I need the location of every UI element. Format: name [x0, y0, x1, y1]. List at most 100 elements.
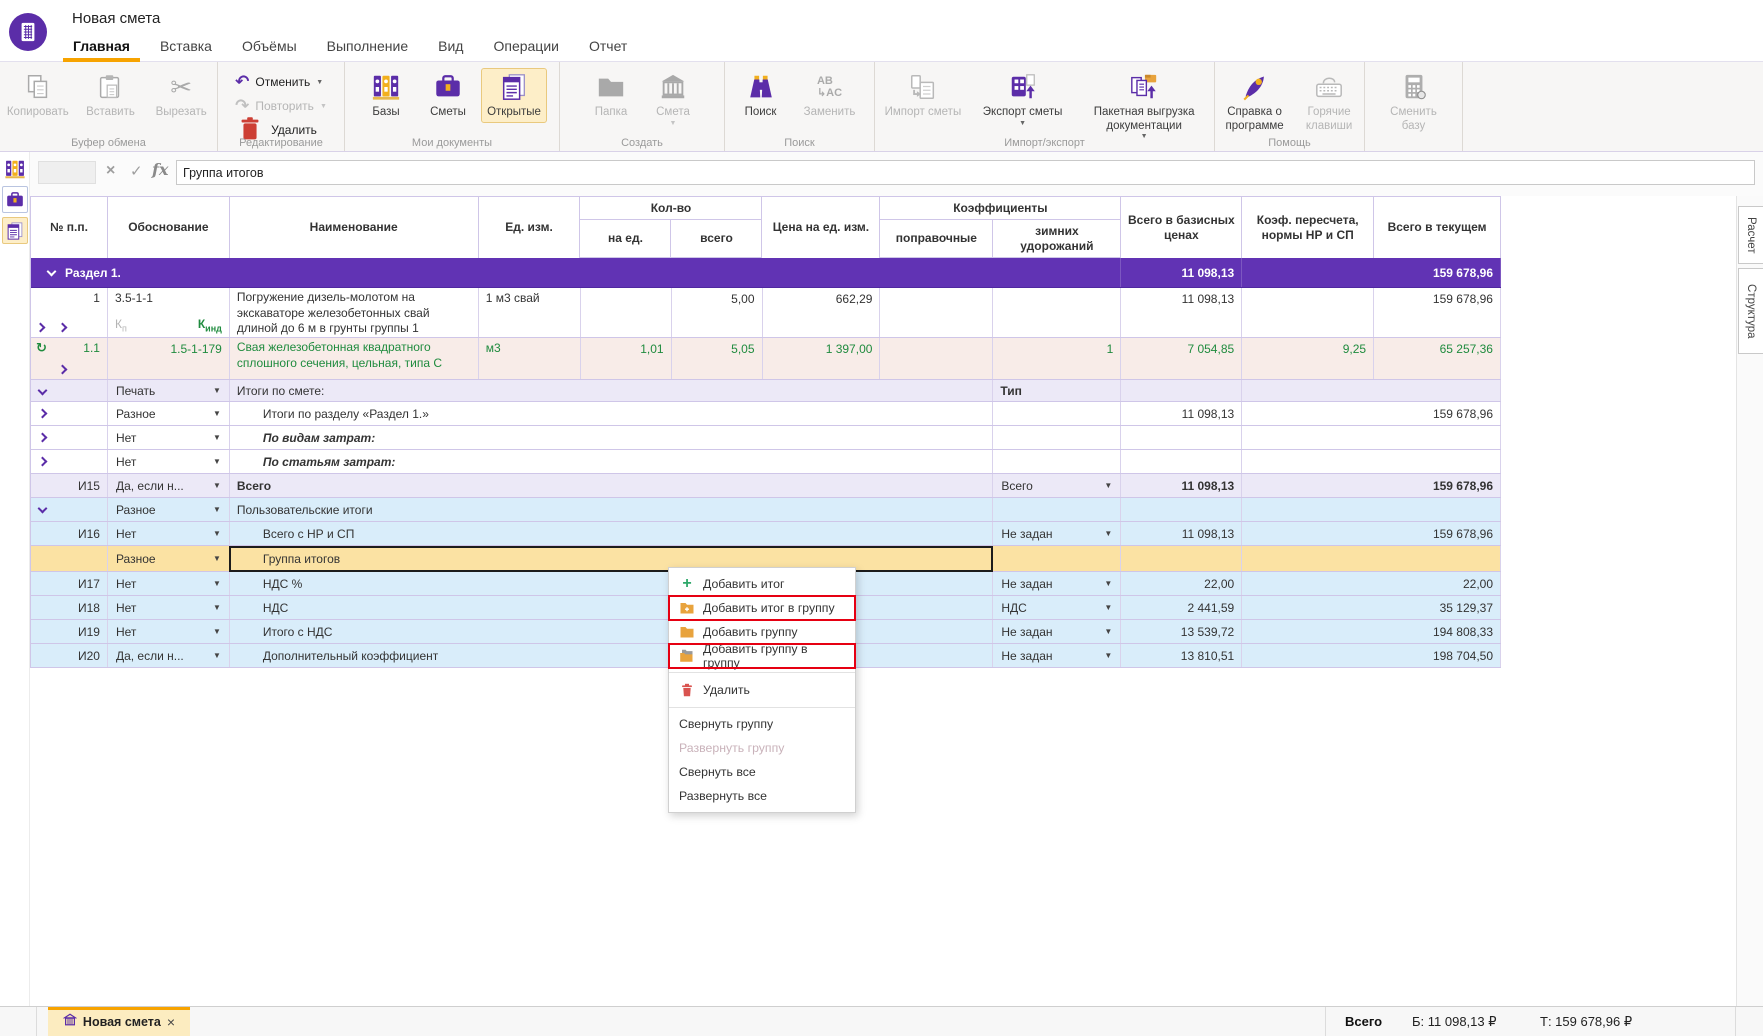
close-tab-icon[interactable]: ×	[167, 1014, 175, 1030]
chevron-down-icon[interactable]: ▼	[1019, 120, 1026, 127]
total-current-cell[interactable]	[1242, 380, 1501, 401]
summary-name-cell[interactable]: Дополнительный коэффициент	[230, 644, 993, 667]
summary-row[interactable]: Нет▼По статьям затрат:	[31, 450, 1501, 474]
btn-экспорт-сметы-button[interactable]: Экспорт сметы▼	[973, 68, 1072, 130]
btn-сметы-button[interactable]: Сметы	[419, 68, 477, 123]
type-cell[interactable]	[993, 402, 1121, 425]
total-base-cell[interactable]	[1121, 498, 1242, 521]
summary-number-cell[interactable]: И18	[31, 596, 108, 619]
type-cell[interactable]	[993, 546, 1121, 571]
total-current-cell[interactable]: 198 704,50	[1242, 644, 1501, 667]
summary-name-cell[interactable]: Итого с НДС	[230, 620, 993, 643]
menu-item-plain[interactable]: Развернуть все	[669, 784, 855, 808]
price-cell[interactable]: 1 397,00	[763, 338, 881, 379]
btn-поиск-button[interactable]: Поиск	[733, 68, 789, 123]
cell-reference-box[interactable]	[38, 161, 96, 184]
total-current-cell[interactable]	[1242, 426, 1501, 449]
total-base-cell[interactable]: 2 441,59	[1121, 596, 1242, 619]
summary-name-cell[interactable]: Всего	[230, 474, 993, 497]
total-base-cell[interactable]	[1121, 380, 1242, 401]
justification-dropdown[interactable]: Нет▼	[108, 426, 230, 449]
justification-dropdown[interactable]: Печать▼	[108, 380, 230, 401]
type-cell[interactable]: Не задан▼	[993, 572, 1121, 595]
summary-name-cell[interactable]: Всего с НР и СП	[230, 522, 993, 545]
total-base-cell[interactable]: 11 098,13	[1121, 402, 1242, 425]
total-base-cell[interactable]: 11 098,13	[1121, 258, 1242, 287]
type-cell[interactable]: НДС▼	[993, 596, 1121, 619]
total-base-cell[interactable]: 22,00	[1121, 572, 1242, 595]
estimate-subitem-row[interactable]: 1.1↻1.5-1-179Свая железобетонная квадрат…	[31, 338, 1501, 380]
btn-пакетная-выгрузка-документации-button[interactable]: Пакетная выгрузка документации▼	[1076, 68, 1212, 143]
fx-icon[interactable]: fx	[152, 160, 168, 179]
type-cell[interactable]	[993, 450, 1121, 473]
summary-name-cell[interactable]: Итоги по разделу «Раздел 1.»	[230, 402, 993, 425]
summary-name-cell[interactable]: Пользовательские итоги	[230, 498, 993, 521]
justification-dropdown[interactable]: Нет▼	[108, 572, 230, 595]
summary-number-cell[interactable]	[31, 450, 108, 473]
summary-name-cell[interactable]: НДС %	[230, 572, 993, 595]
type-cell[interactable]: Не задан▼	[993, 620, 1121, 643]
side-tab-structure[interactable]: Структура	[1738, 268, 1763, 354]
total-base-cell[interactable]: 11 098,13	[1121, 474, 1242, 497]
summary-row[interactable]: И16Нет▼Всего с НР и СПНе задан▼11 098,13…	[31, 522, 1501, 546]
justification-dropdown[interactable]: Разное▼	[108, 402, 230, 425]
type-cell[interactable]: Всего▼	[993, 474, 1121, 497]
summary-row[interactable]: Разное▼Итоги по разделу «Раздел 1.» 11 09…	[31, 402, 1501, 426]
total-current-cell[interactable]: 159 678,96	[1242, 258, 1501, 287]
total-current-cell[interactable]: 159 678,96	[1242, 474, 1501, 497]
menu-tab-3[interactable]: Объёмы	[227, 30, 312, 62]
menu-item-folder-group[interactable]: Добавить группу в группу	[669, 644, 855, 668]
total-current-cell[interactable]: 159 678,96	[1242, 522, 1501, 545]
justification-dropdown[interactable]: Нет▼	[108, 620, 230, 643]
mini-opened-icon[interactable]	[2, 217, 28, 244]
summary-number-cell[interactable]: И16	[31, 522, 108, 545]
summary-number-cell[interactable]: И15	[31, 474, 108, 497]
total-current-cell[interactable]	[1242, 498, 1501, 521]
expander-collapse-icon[interactable]	[38, 504, 48, 514]
mini-estimates-icon[interactable]	[2, 186, 28, 213]
coef-recalc-cell[interactable]	[1242, 288, 1374, 337]
section-name[interactable]: Раздел 1.	[31, 258, 1121, 287]
summary-number-cell[interactable]	[31, 498, 108, 521]
collapse-section-icon[interactable]	[47, 267, 57, 277]
qty-total-cell[interactable]: 5,00	[672, 288, 763, 337]
expander-expand-icon[interactable]	[38, 409, 48, 419]
btn-справка-о-программе-button[interactable]: Справка о программе	[1217, 68, 1292, 136]
summary-number-cell[interactable]: И20	[31, 644, 108, 667]
summary-name-cell[interactable]: Группа итогов	[230, 546, 993, 571]
menu-item-trash[interactable]: Удалить	[669, 677, 855, 703]
total-base-cell[interactable]: 11 098,13	[1121, 288, 1242, 337]
justification-dropdown[interactable]: Разное▼	[108, 546, 230, 571]
total-current-cell[interactable]: 194 808,33	[1242, 620, 1501, 643]
type-cell[interactable]	[993, 426, 1121, 449]
expander-expand-icon[interactable]	[38, 433, 48, 443]
menu-tab-6[interactable]: Операции	[478, 30, 574, 62]
btn-открытые-button[interactable]: Открытые	[481, 68, 547, 123]
summary-number-cell[interactable]: И17	[31, 572, 108, 595]
summary-number-cell[interactable]	[31, 426, 108, 449]
qty-total-cell[interactable]: 5,05	[672, 338, 763, 379]
justification-cell[interactable]: 3.5-1-1КпКинд	[108, 288, 230, 337]
total-base-cell[interactable]: 11 098,13	[1121, 522, 1242, 545]
summary-name-cell[interactable]: Итоги по смете:	[230, 380, 993, 401]
coef-corrective-cell[interactable]	[880, 338, 993, 379]
justification-dropdown[interactable]: Нет▼	[108, 522, 230, 545]
summary-name-cell[interactable]: По видам затрат:	[230, 426, 993, 449]
position-name-cell[interactable]: Свая железобетонная квадратного сплошног…	[230, 338, 479, 379]
total-current-cell[interactable]	[1242, 546, 1501, 571]
justification-dropdown[interactable]: Да, если н...▼	[108, 644, 230, 667]
coef-recalc-cell[interactable]: 9,25	[1242, 338, 1374, 379]
menu-item-folder-plus[interactable]: Добавить итог в группу	[669, 596, 855, 620]
qty-per-unit-cell[interactable]: 1,01	[581, 338, 672, 379]
menu-item-plain[interactable]: Свернуть группу	[669, 712, 855, 736]
confirm-icon[interactable]: ✓	[130, 162, 143, 180]
section-row[interactable]: Раздел 1.11 098,13159 678,96	[31, 258, 1501, 288]
position-number-cell[interactable]: 1	[31, 288, 108, 337]
cancel-icon[interactable]: ×	[106, 162, 115, 180]
summary-row[interactable]: Разное▼Пользовательские итоги	[31, 498, 1501, 522]
total-base-cell[interactable]	[1121, 450, 1242, 473]
chevron-down-icon[interactable]: ▼	[316, 79, 323, 86]
total-current-cell[interactable]: 65 257,36	[1374, 338, 1501, 379]
summary-name-cell[interactable]: НДС	[230, 596, 993, 619]
side-tab-calculation[interactable]: Расчет	[1738, 206, 1763, 264]
